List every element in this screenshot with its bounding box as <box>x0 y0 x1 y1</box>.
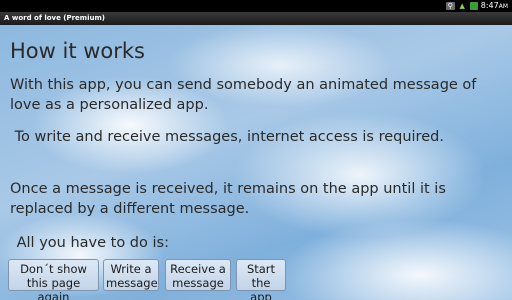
write-message-button[interactable]: Write a message <box>103 259 159 291</box>
receive-message-button[interactable]: Receive a message <box>165 259 231 291</box>
battery-icon <box>469 2 478 10</box>
internet-paragraph: To write and receive messages, internet … <box>10 129 444 145</box>
status-icons: ⚲ ▲ 8:47AM <box>445 0 508 12</box>
app-title-bar: A word of love (Premium) <box>0 12 512 25</box>
instructions-label: All you have to do is: <box>12 235 169 251</box>
message-paragraph: Once a message is received, it remains o… <box>10 181 446 217</box>
wifi-icon: ▲ <box>459 2 465 10</box>
status-bar: ⚲ ▲ 8:47AM <box>0 0 512 12</box>
clock: 8:47AM <box>480 0 508 10</box>
intro-paragraph: With this app, you can send somebody an … <box>10 77 477 113</box>
content-area: How it works With this app, you can send… <box>0 25 512 300</box>
dont-show-again-button[interactable]: Don´t show this page again <box>8 259 99 300</box>
usb-icon: ⚲ <box>445 2 455 10</box>
page-title: How it works <box>10 39 145 63</box>
start-app-button[interactable]: Start the app <box>236 259 286 300</box>
